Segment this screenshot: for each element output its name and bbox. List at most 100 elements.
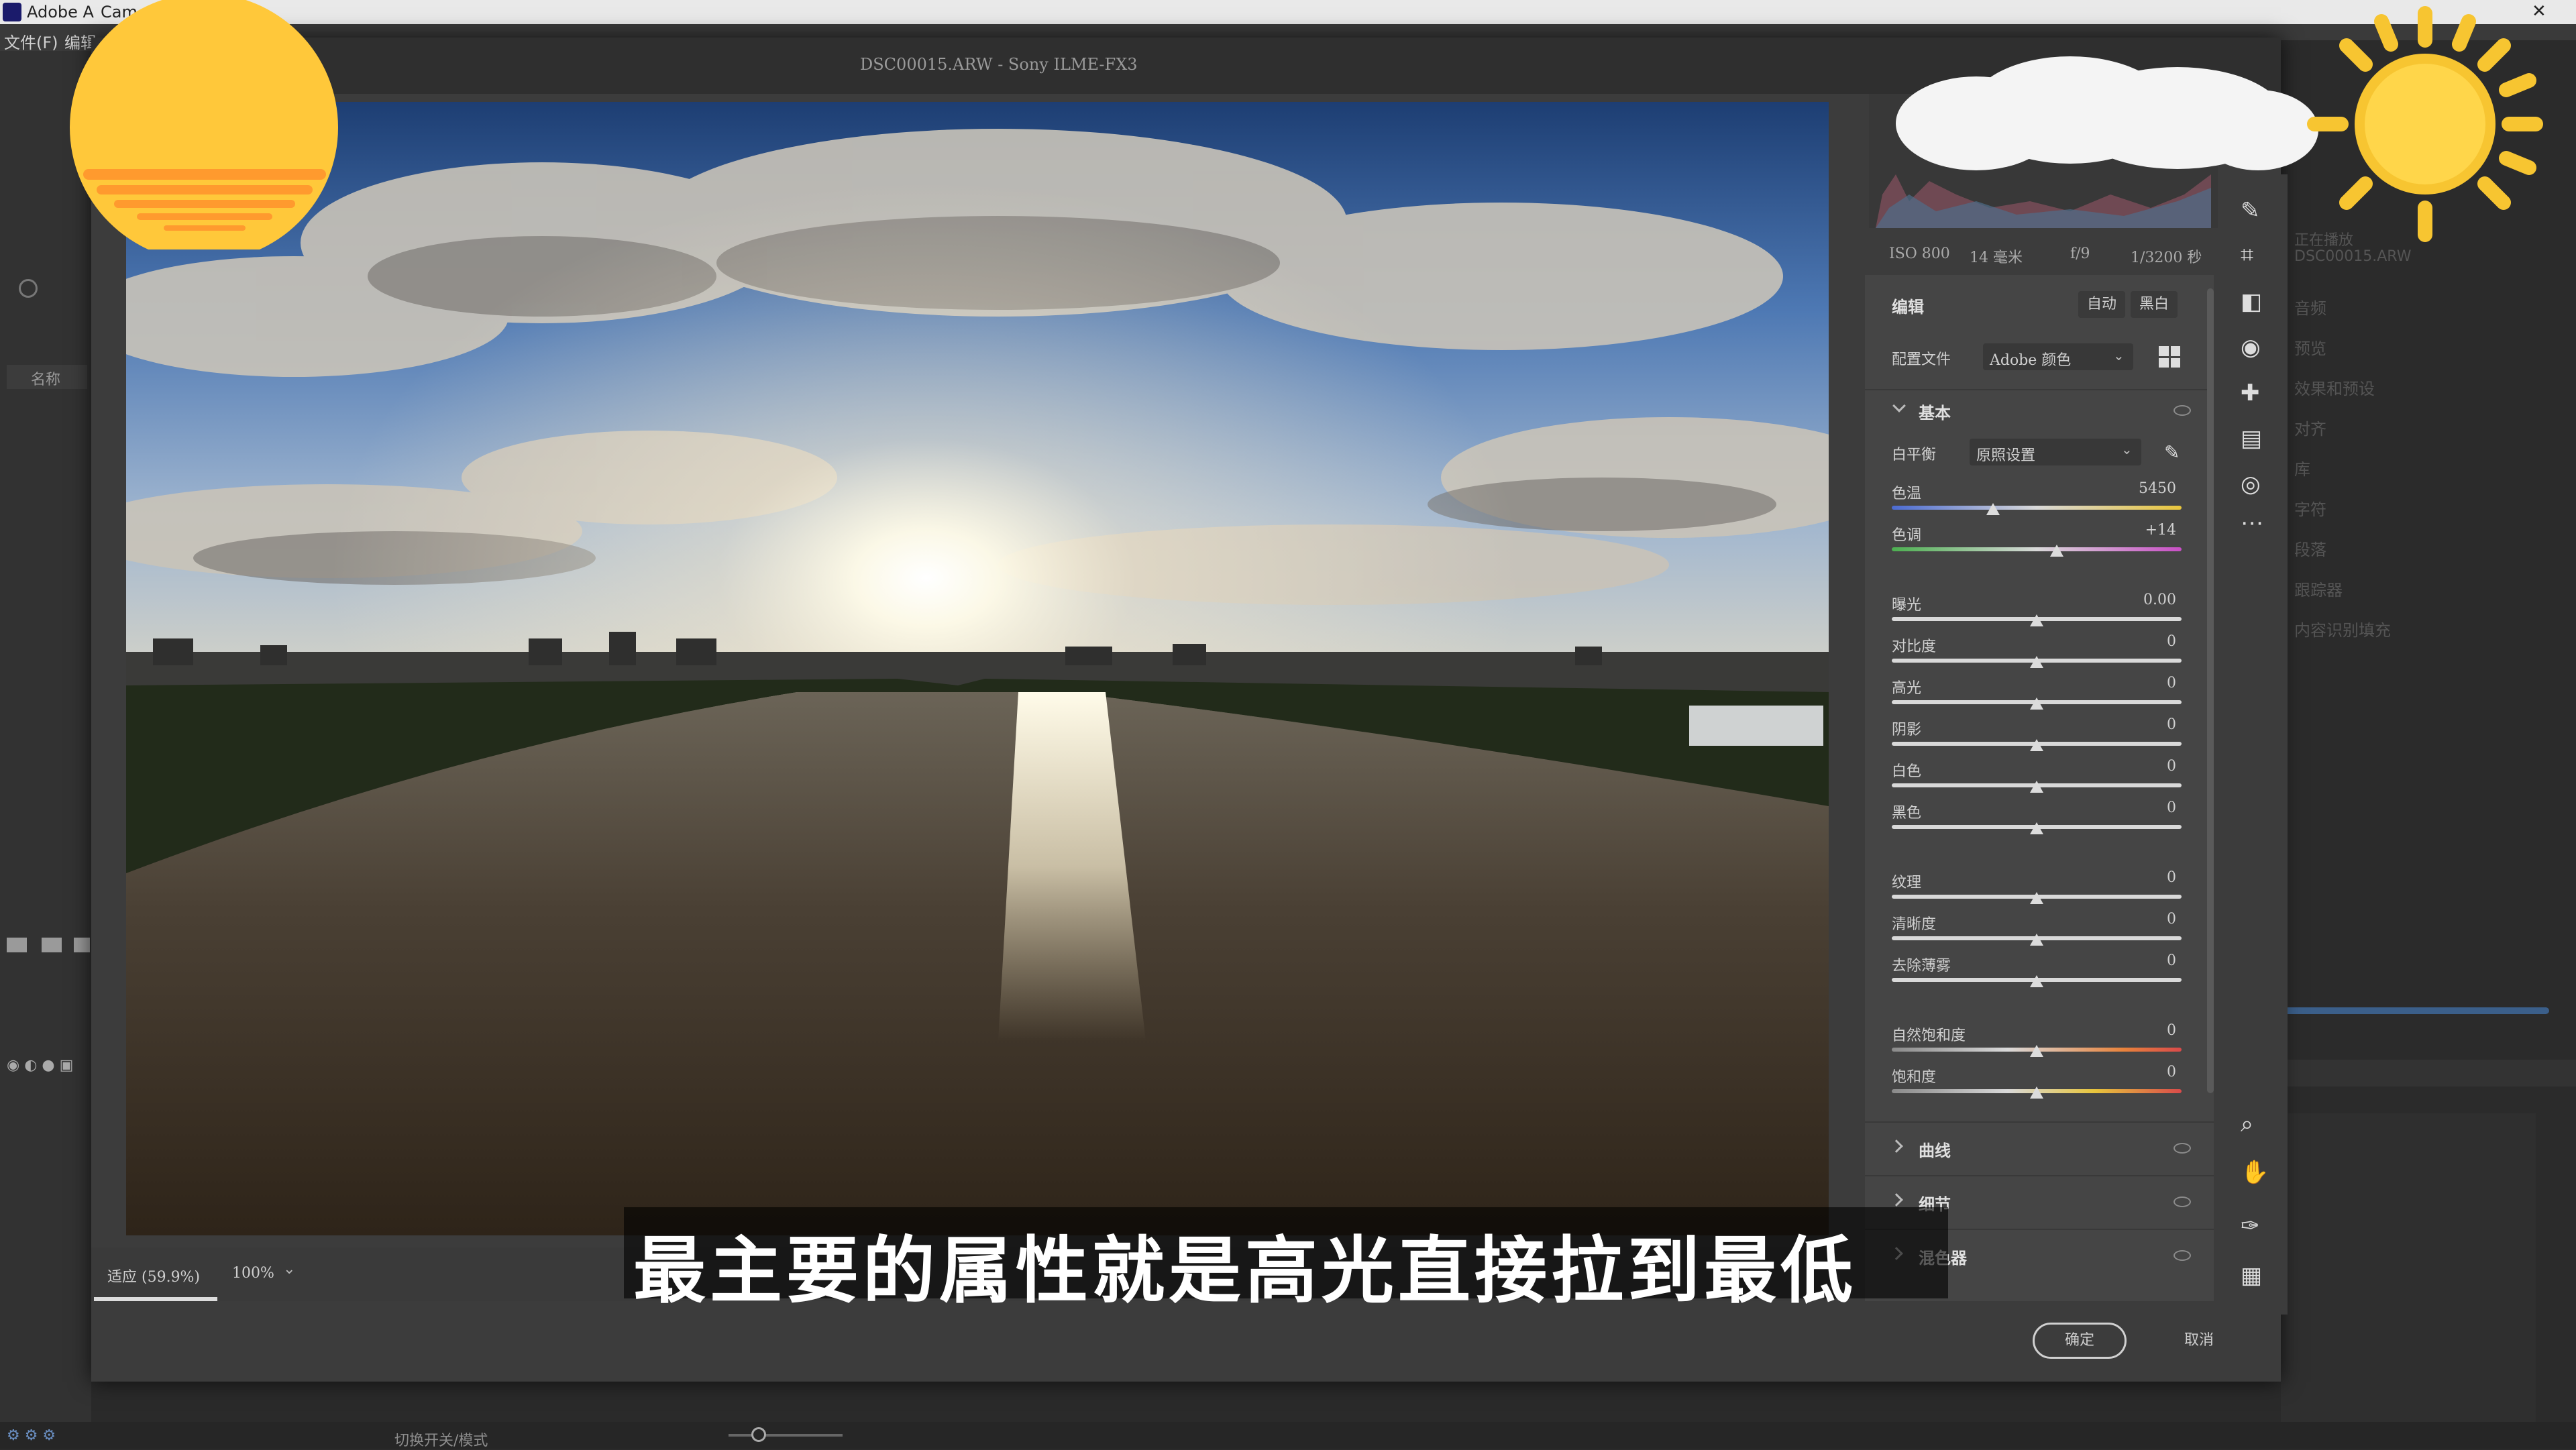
black-white-button[interactable]: 黑白 xyxy=(2131,291,2178,318)
curve-section-title: 曲线 xyxy=(1919,1141,1951,1160)
new-bin-icon[interactable] xyxy=(7,938,27,952)
slider-thumb[interactable] xyxy=(2030,698,2043,710)
slider-thumb[interactable] xyxy=(2030,892,2043,904)
slider-label: 纹理 xyxy=(1892,875,1922,891)
chevron-down-icon: ⌄ xyxy=(2113,347,2125,364)
slider-thumb[interactable] xyxy=(2030,1045,2043,1057)
cancel-button[interactable]: 取消 xyxy=(2159,1323,2239,1359)
mask-icon[interactable]: ◧ xyxy=(2241,288,2262,315)
cloud-sticker xyxy=(1896,56,2318,184)
zoom-icon[interactable]: ⌕ xyxy=(2241,1111,2253,1137)
slider-label: 黑色 xyxy=(1892,805,1922,822)
ok-button[interactable]: 确定 xyxy=(2033,1323,2127,1359)
hand-icon[interactable]: ✋ xyxy=(2241,1159,2269,1186)
right-panel-item[interactable]: 跟踪器 xyxy=(2294,577,2563,617)
slider-value-field[interactable]: +14 xyxy=(2124,519,2182,542)
slider-thumb[interactable] xyxy=(2030,822,2043,834)
slider-value-field[interactable]: 0 xyxy=(2124,908,2182,931)
grid-icon[interactable]: ▦ xyxy=(2241,1262,2262,1289)
slider-thumb[interactable] xyxy=(2030,656,2043,668)
crop-icon[interactable]: ⌗ xyxy=(2241,241,2253,268)
slider-row: 对比度 0 xyxy=(1865,633,2214,675)
panel-scrollbar[interactable] xyxy=(2207,288,2214,1093)
slider-thumb[interactable] xyxy=(2050,545,2064,557)
slider-value-field[interactable]: 0.00 xyxy=(2124,589,2182,612)
redeye-icon[interactable]: ◉ xyxy=(2241,334,2261,361)
eyedropper-icon[interactable]: ✎ xyxy=(2164,441,2187,464)
slider-thumb[interactable] xyxy=(2030,781,2043,793)
slider-row: 色温 5450 xyxy=(1865,480,2214,522)
visibility-icons[interactable]: ◉ ◐ ● ▣ xyxy=(7,1057,85,1074)
slider-thumb[interactable] xyxy=(2030,614,2043,626)
timeline-scrollbar[interactable] xyxy=(2281,1007,2549,1014)
slider-thumb[interactable] xyxy=(2030,739,2043,751)
heal-icon[interactable]: ✚ xyxy=(2241,380,2260,406)
slider-value-field[interactable]: 0 xyxy=(2124,950,2182,972)
right-panel-item[interactable]: 字符 xyxy=(2294,496,2563,537)
slider-track[interactable] xyxy=(1892,547,2182,551)
slider-thumb[interactable] xyxy=(2030,1086,2043,1099)
slider-value-field[interactable]: 0 xyxy=(2124,672,2182,695)
slider-track[interactable] xyxy=(1892,506,2182,510)
slider-thumb[interactable] xyxy=(2030,975,2043,987)
sampler-icon[interactable]: ✑ xyxy=(2241,1213,2260,1239)
white-balance-select[interactable]: 原照设置 ⌄ xyxy=(1970,439,2141,465)
zoom-slider-thumb[interactable] xyxy=(751,1427,766,1442)
slider-value-field[interactable]: 0 xyxy=(2124,797,2182,820)
profile-row: 配置文件 Adobe 颜色 ⌄ xyxy=(1865,335,2214,382)
eye-icon[interactable] xyxy=(2174,405,2191,416)
composition-icon[interactable] xyxy=(74,938,90,952)
right-panel-item[interactable]: 内容识别填充 xyxy=(2294,617,2563,657)
zoom-fit-tab[interactable]: 适应 (59.9%) xyxy=(94,1247,217,1301)
right-panel-item[interactable]: 对齐 xyxy=(2294,416,2563,456)
edit-pencil-icon[interactable]: ✎ xyxy=(2241,197,2260,224)
profile-browser-icon[interactable] xyxy=(2159,346,2180,368)
right-panel-item[interactable]: 库 xyxy=(2294,456,2563,496)
slider-value-field[interactable]: 5450 xyxy=(2124,478,2182,500)
slider-value-field[interactable]: 0 xyxy=(2124,867,2182,889)
slider-thumb[interactable] xyxy=(2030,934,2043,946)
profile-select[interactable]: Adobe 颜色 ⌄ xyxy=(1983,343,2133,370)
slider-row: 黑色 0 xyxy=(1865,799,2214,841)
photo-preview[interactable] xyxy=(126,102,1829,1235)
exif-iso: ISO 800 xyxy=(1889,245,1950,262)
name-column-header[interactable]: 名称 xyxy=(7,365,87,389)
status-icons[interactable]: ⚙ ⚙ ⚙ xyxy=(7,1427,56,1444)
slider-label: 去除薄雾 xyxy=(1892,958,1951,974)
slider-row: 阴影 0 xyxy=(1865,716,2214,758)
slider-row: 清晰度 0 xyxy=(1865,911,2214,952)
slider-value-field[interactable]: 0 xyxy=(2124,1019,2182,1042)
folder-icon[interactable] xyxy=(42,938,62,952)
presets-icon[interactable]: ◎ xyxy=(2241,471,2261,498)
eye-icon[interactable] xyxy=(2174,1250,2191,1261)
right-panel-item[interactable]: 效果和预设 xyxy=(2294,376,2563,416)
slider-value-field[interactable]: 0 xyxy=(2124,755,2182,778)
slider-row: 自然饱和度 0 xyxy=(1865,1022,2214,1064)
eye-icon[interactable] xyxy=(2174,1196,2191,1207)
slider-value-field[interactable]: 0 xyxy=(2124,714,2182,736)
host-title-bar: Adobe A Cam ✕ xyxy=(0,0,2576,24)
slider-label: 曝光 xyxy=(1892,597,1922,614)
eye-icon[interactable] xyxy=(2174,1143,2191,1154)
slider-row: 饱和度 0 xyxy=(1865,1064,2214,1105)
right-panel-item[interactable]: 段落 xyxy=(2294,537,2563,577)
toggle-switch-mode[interactable]: 切换开关/模式 xyxy=(394,1429,488,1450)
search-icon[interactable] xyxy=(19,279,38,298)
slider-value-field[interactable]: 0 xyxy=(2124,630,2182,653)
right-panel-item[interactable]: 预览 xyxy=(2294,335,2563,376)
zoom-slider[interactable] xyxy=(729,1434,843,1437)
sun-sticker xyxy=(2301,0,2549,248)
slider-label: 饱和度 xyxy=(1892,1069,1937,1086)
basic-section-header[interactable]: 基本 xyxy=(1865,389,2214,429)
snapshot-icon[interactable]: ▤ xyxy=(2241,425,2262,452)
auto-button[interactable]: 自动 xyxy=(2078,291,2125,318)
slider-value-field[interactable]: 0 xyxy=(2124,1061,2182,1084)
zoom-level-select[interactable]: 100% ⌄ xyxy=(225,1247,299,1301)
curve-section[interactable]: 曲线 xyxy=(1865,1121,2214,1172)
slider-row: 去除薄雾 0 xyxy=(1865,952,2214,994)
slider-thumb[interactable] xyxy=(1986,503,2000,515)
more-icon[interactable]: ⋯ xyxy=(2241,510,2263,537)
right-panel-item[interactable]: 音频 xyxy=(2294,295,2563,335)
edit-header-row: 编辑 自动 黑白 xyxy=(1865,282,2214,329)
menu-file[interactable]: 文件(F) xyxy=(4,30,58,53)
